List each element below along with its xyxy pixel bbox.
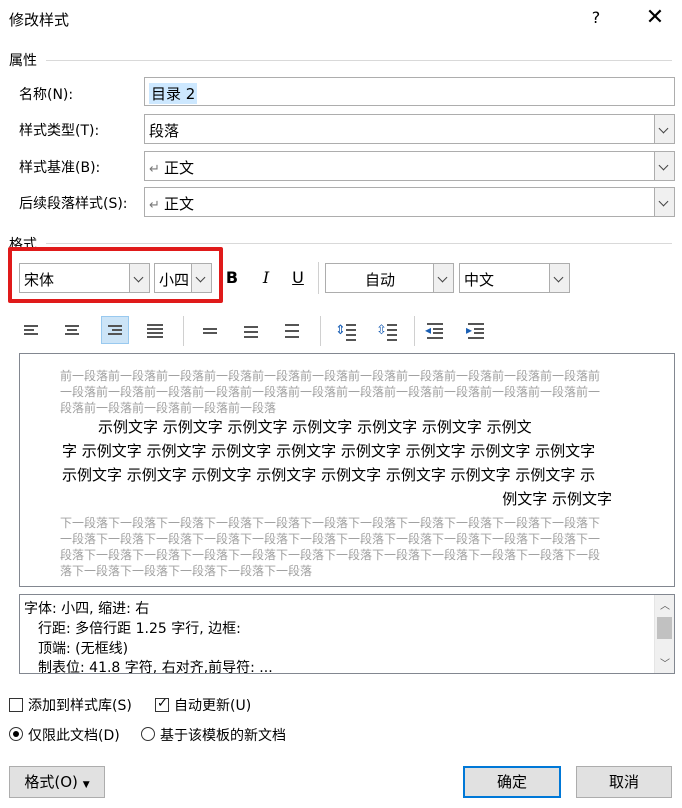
style-preview: 前一段落前一段落前一段落前一段落前一段落前一段落前一段落前一段落前一段落前一段落… [19,353,675,587]
scrollbar-thumb[interactable] [657,617,672,639]
decrease-indent-icon[interactable]: ◂ [422,318,448,344]
name-value: 目录 2 [149,83,198,104]
name-label: 名称(N): [19,87,74,103]
chevron-down-icon[interactable] [654,115,674,143]
properties-section-label: 属性 [9,53,37,69]
increase-paragraph-spacing-icon[interactable]: ⇕ [333,318,359,344]
following-style-label: 后续段落样式(S): [19,196,128,212]
help-button[interactable]: ? [584,8,608,32]
toolbar-separator [414,316,415,346]
font-value: 宋体 [24,271,55,289]
one-half-spacing-icon[interactable] [238,318,264,344]
add-to-gallery-label[interactable]: 添加到样式库(S) [28,695,132,715]
chevron-down-icon[interactable] [129,264,149,292]
auto-update-label[interactable]: 自动更新(U) [174,695,251,715]
underline-button[interactable]: U [285,264,311,292]
align-center-icon[interactable] [60,318,86,344]
sample-text-line: 例文字 示例文字 [502,490,612,508]
add-to-gallery-checkbox[interactable] [9,698,23,712]
window-title: 修改样式 [9,11,70,29]
chevron-down-icon[interactable] [191,264,211,292]
italic-button[interactable]: I [253,264,279,292]
single-spacing-icon[interactable] [197,318,223,344]
cancel-button[interactable]: 取消 [576,766,672,798]
scroll-down-icon[interactable]: ﹀ [660,655,670,670]
only-this-document-radio[interactable] [9,727,23,741]
style-type-label: 样式类型(T): [19,123,100,139]
based-on-label: 样式基准(B): [19,160,101,176]
new-documents-label[interactable]: 基于该模板的新文档 [160,725,286,745]
name-input[interactable]: 目录 2 [144,77,675,106]
properties-divider [46,60,672,61]
sample-text-line: 字 示例文字 示例文字 示例文字 示例文字 示例文字 示例文字 示例文字 示例文… [62,442,596,460]
previous-paragraph-text: 前一段落前一段落前一段落前一段落前一段落前一段落前一段落前一段落前一段落前一段落… [60,369,601,415]
justify-icon[interactable] [142,318,168,344]
toolbar-separator [320,316,321,346]
paragraph-return-icon: ↵ [149,162,165,177]
font-size-value: 小四 [159,271,190,289]
chevron-down-icon[interactable] [549,264,569,292]
based-on-select[interactable]: ↵ 正文 [144,151,675,181]
script-select[interactable]: 中文 [459,263,570,293]
increase-indent-icon[interactable]: ▸ [463,318,489,344]
toolbar-separator [318,262,319,294]
script-value: 中文 [464,271,495,289]
style-type-value: 段落 [149,122,180,140]
ok-button[interactable]: 确定 [463,766,561,798]
format-menu-label: 格式(O) [24,773,78,791]
close-button[interactable]: ✕ [640,4,670,34]
based-on-value: 正文 [164,159,195,177]
only-this-document-label[interactable]: 仅限此文档(D) [28,725,120,745]
toolbar-separator [183,316,184,346]
description-scrollbar[interactable]: ︿ ﹀ [654,595,674,673]
scroll-up-icon[interactable]: ︿ [660,597,670,612]
new-documents-radio[interactable] [141,727,155,741]
bold-button[interactable]: B [219,264,245,292]
font-size-select[interactable]: 小四 [154,263,212,293]
decrease-paragraph-spacing-icon[interactable]: ⇳ [374,318,400,344]
font-color-select[interactable]: 自动 [325,263,454,293]
description-line: 制表位: 41.8 字符, 右对齐,前导符: ... [38,660,273,673]
next-paragraph-text: 下一段落下一段落下一段落下一段落下一段落下一段落下一段落下一段落下一段落下一段落… [60,516,601,578]
title-bar: 修改样式 ? ✕ [0,0,682,40]
font-color-value: 自动 [364,271,395,289]
caret-down-icon: ▼ [82,780,90,790]
chevron-down-icon[interactable] [654,188,674,216]
chevron-down-icon[interactable] [433,264,453,292]
paragraph-return-icon: ↵ [149,198,165,213]
chevron-down-icon[interactable] [654,152,674,180]
checkmark-icon: ✓ [157,696,168,711]
following-style-value: 正文 [164,195,195,213]
description-line: 顶端: (无框线) [38,641,129,657]
align-left-icon[interactable] [19,318,45,344]
following-style-select[interactable]: ↵ 正文 [144,187,675,217]
style-type-select[interactable]: 段落 [144,114,675,144]
sample-text-line: 示例文字 示例文字 示例文字 示例文字 示例文字 示例文字 示例文 [98,418,532,436]
font-select[interactable]: 宋体 [19,263,150,293]
align-right-icon[interactable] [101,316,129,344]
sample-text-line: 示例文字 示例文字 示例文字 示例文字 示例文字 示例文字 示例文字 示例文字 … [62,466,596,484]
auto-update-checkbox[interactable]: ✓ [155,696,169,712]
format-divider [46,243,672,244]
style-description-box: 字体: 小四, 缩进: 右 行距: 多倍行距 1.25 字行, 边框: 顶端: … [19,594,675,674]
description-line: 字体: 小四, 缩进: 右 [24,601,150,617]
format-menu-button[interactable]: 格式(O) ▼ [9,766,105,798]
double-spacing-icon[interactable] [279,318,305,344]
description-line: 行距: 多倍行距 1.25 字行, 边框: [38,621,241,637]
radio-selected-dot [13,731,19,737]
